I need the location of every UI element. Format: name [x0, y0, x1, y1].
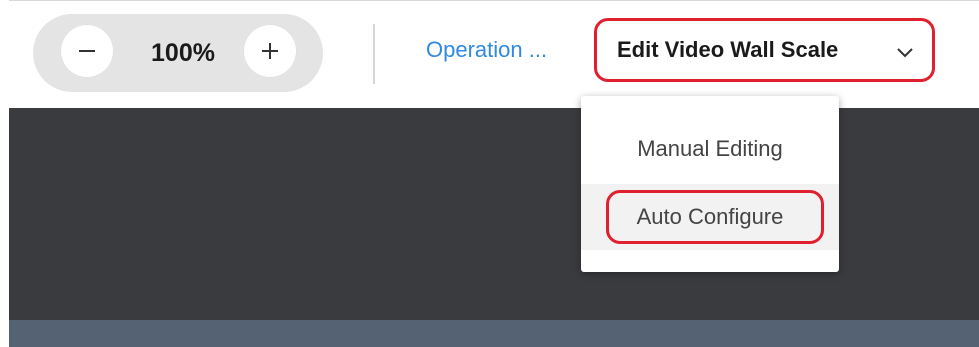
chevron-down-icon	[897, 48, 913, 58]
scale-select-label: Edit Video Wall Scale	[617, 37, 839, 62]
menu-item-manual-editing[interactable]: Manual Editing	[581, 116, 839, 182]
window-left-margin	[0, 0, 9, 347]
zoom-out-button[interactable]	[60, 24, 114, 78]
zoom-control: 100%	[33, 14, 323, 92]
zoom-in-button[interactable]	[243, 24, 297, 78]
scale-dropdown-menu: Manual Editing Auto Configure	[581, 96, 839, 272]
video-wall-canvas-lower[interactable]	[9, 320, 979, 347]
menu-item-label: Auto Configure	[636, 204, 784, 229]
zoom-level: 100%	[151, 38, 215, 67]
operation-link[interactable]: Operation ...	[426, 30, 547, 70]
edit-video-wall-scale-select[interactable]: Edit Video Wall Scale	[594, 18, 935, 82]
menu-item-auto-configure[interactable]: Auto Configure	[581, 184, 839, 250]
toolbar-divider	[373, 24, 375, 84]
menu-item-label: Manual Editing	[637, 136, 783, 161]
minus-icon	[79, 50, 95, 52]
plus-icon	[262, 43, 278, 59]
